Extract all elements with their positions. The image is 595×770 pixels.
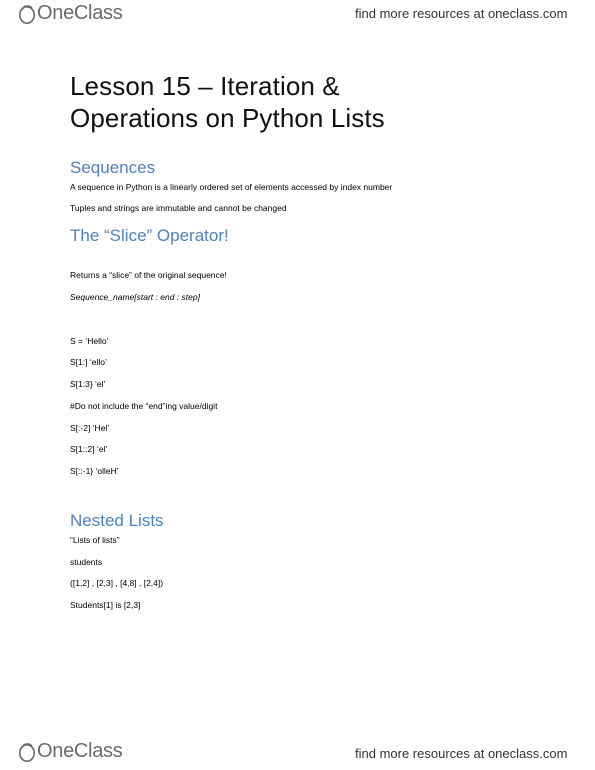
footer-logo[interactable]: OneClass	[18, 740, 123, 763]
oneclass-logo-icon	[19, 4, 35, 24]
paragraph-line: Tuples and strings are immutable and can…	[70, 203, 287, 213]
footer-resources-link[interactable]: find more resources at oneclass.com	[355, 746, 567, 761]
comment-line: #Do not include the “end”ing value/digit	[70, 401, 218, 411]
heading-nested-lists: Nested Lists	[70, 511, 164, 530]
code-line: S[1:3} ‘el’	[70, 379, 106, 389]
page-title-line-2: Operations on Python Lists	[70, 103, 385, 133]
code-line: S[1::2] ‘el’	[70, 444, 108, 454]
header-logo[interactable]: OneClass	[18, 2, 123, 25]
paragraph-line: Returns a “slice” of the original sequen…	[70, 270, 227, 280]
header-resources-link[interactable]: find more resources at oneclass.com	[355, 6, 567, 21]
paragraph-line: A sequence in Python is a linearly order…	[70, 182, 393, 192]
code-line: S = ‘Hello’	[70, 336, 109, 346]
paragraph-line: “Lists of lists”	[70, 535, 120, 545]
code-line: S[1:] ‘ello’	[70, 357, 107, 367]
heading-sequences: Sequences	[70, 158, 156, 177]
code-line: ([1,2] , [2,3] , [4,8] , [2,4])	[70, 578, 164, 588]
paragraph-line: Students[1] is [2,3]	[70, 600, 141, 610]
page-title-line-1: Lesson 15 – Iteration &	[70, 71, 340, 101]
code-line: S[::-1} ‘olleH’	[70, 466, 119, 476]
code-line: S[:-2] ‘Hel’	[70, 423, 110, 433]
header-logo-text: OneClass	[37, 2, 123, 24]
oneclass-logo-icon	[19, 742, 35, 762]
heading-slice-operator: The “Slice” Operator!	[70, 226, 229, 245]
syntax-line: Sequence_name[start : end : step]	[70, 292, 200, 302]
footer-logo-text: OneClass	[37, 740, 123, 762]
paragraph-line: students	[70, 557, 103, 567]
